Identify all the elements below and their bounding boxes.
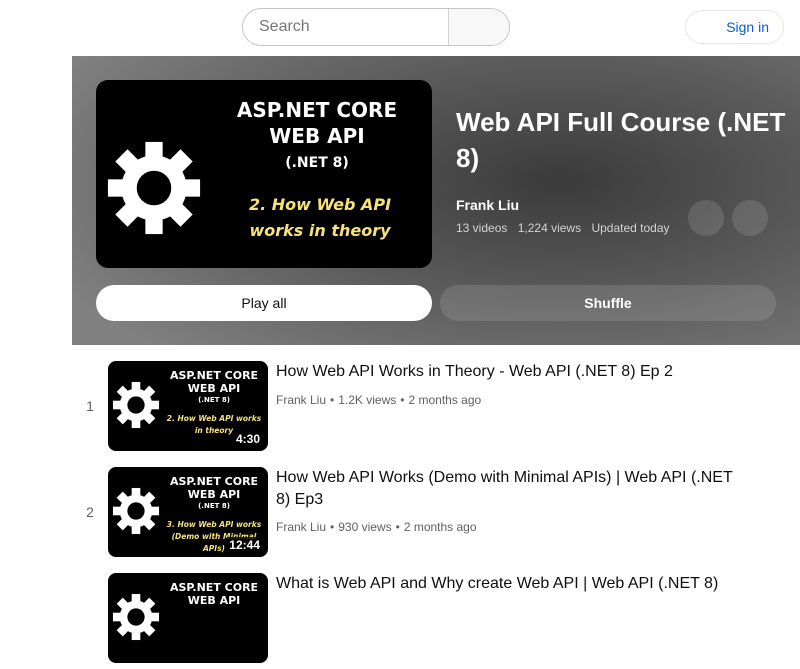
video-title[interactable]: How Web API Works in Theory - Web API (.… [276,361,746,383]
sign-in-button[interactable]: Sign in [685,10,784,44]
thumbnail-line: ASP.NET CORE [169,369,259,382]
gear-icon [112,487,160,535]
video-index: 1 [86,398,94,414]
search-box[interactable] [242,8,510,46]
video-index: 2 [86,504,94,520]
channel-name[interactable]: Frank Liu [276,393,326,407]
thumbnail-line: WEB API [187,382,241,395]
shuffle-button[interactable]: Shuffle [440,285,776,321]
video-thumbnail[interactable]: ASP.NET CORE WEB API (.NET 8) 3. How Web… [108,467,268,557]
playlist-stats: 13 videos 1,224 views Updated today [456,221,677,235]
view-count: 1.2K views [338,393,397,407]
thumbnail-line: (.NET 8) [285,155,349,171]
thumbnail-line: ASP.NET CORE [169,475,259,488]
gear-icon [107,141,201,235]
video-meta: Frank Liu • 1.2K views • 2 months ago [276,393,482,407]
thumbnail-line: (.NET 8) [198,502,230,510]
playlist-header: ASP.NET CORE WEB API (.NET 8) 2. How Web… [72,56,800,345]
shuffle-label: Shuffle [584,295,632,311]
video-thumbnail[interactable]: ASP.NET CORE WEB API (.NET 8) 2. How Web… [108,361,268,451]
video-title[interactable]: How Web API Works (Demo with Minimal API… [276,467,746,511]
thumbnail-line: WEB API [269,124,365,148]
thumbnail-subtitle: 2. How Web API works in theory [248,195,392,240]
list-item[interactable]: ASP.NET CORE WEB API What is Web API and… [72,573,800,669]
thumbnail-line: (.NET 8) [198,396,230,404]
list-item[interactable]: 1 ASP.NET CORE WEB API (.NET 8) 2. How W… [72,361,800,457]
search-button[interactable] [448,9,509,45]
list-item[interactable]: 2 ASP.NET CORE WEB API (.NET 8) 3. How W… [72,467,800,563]
play-all-button[interactable]: Play all [96,285,432,321]
play-all-label: Play all [241,295,287,311]
thumbnail-line: WEB API [187,488,241,501]
view-count: 1,224 views [517,221,582,235]
gear-icon [112,381,160,429]
thumbnail-line: ASP.NET CORE [236,98,398,122]
search-input[interactable] [243,9,448,45]
share-button[interactable] [732,200,768,236]
channel-name[interactable]: Frank Liu [276,520,326,534]
playlist-thumbnail[interactable]: ASP.NET CORE WEB API (.NET 8) 2. How Web… [96,80,432,268]
playlist-title: Web API Full Course (.NET 8) [456,107,786,173]
duration-badge: 12:44 [225,537,264,553]
video-thumbnail[interactable]: ASP.NET CORE WEB API [108,573,268,663]
upload-age: 2 months ago [408,393,482,407]
gear-icon [112,593,160,641]
video-title[interactable]: What is Web API and Why create Web API |… [276,573,746,595]
sign-in-label: Sign in [726,19,769,35]
thumbnail-line: ASP.NET CORE [169,581,259,594]
playlist-owner[interactable]: Frank Liu [456,197,519,213]
save-playlist-button[interactable] [688,200,724,236]
view-count: 930 views [338,520,392,534]
thumbnail-line: WEB API [187,594,241,607]
video-count: 13 videos [456,221,508,235]
updated-label: Updated today [591,221,670,235]
duration-badge: 4:30 [231,431,264,447]
upload-age: 2 months ago [403,520,477,534]
video-meta: Frank Liu • 930 views • 2 months ago [276,520,477,534]
